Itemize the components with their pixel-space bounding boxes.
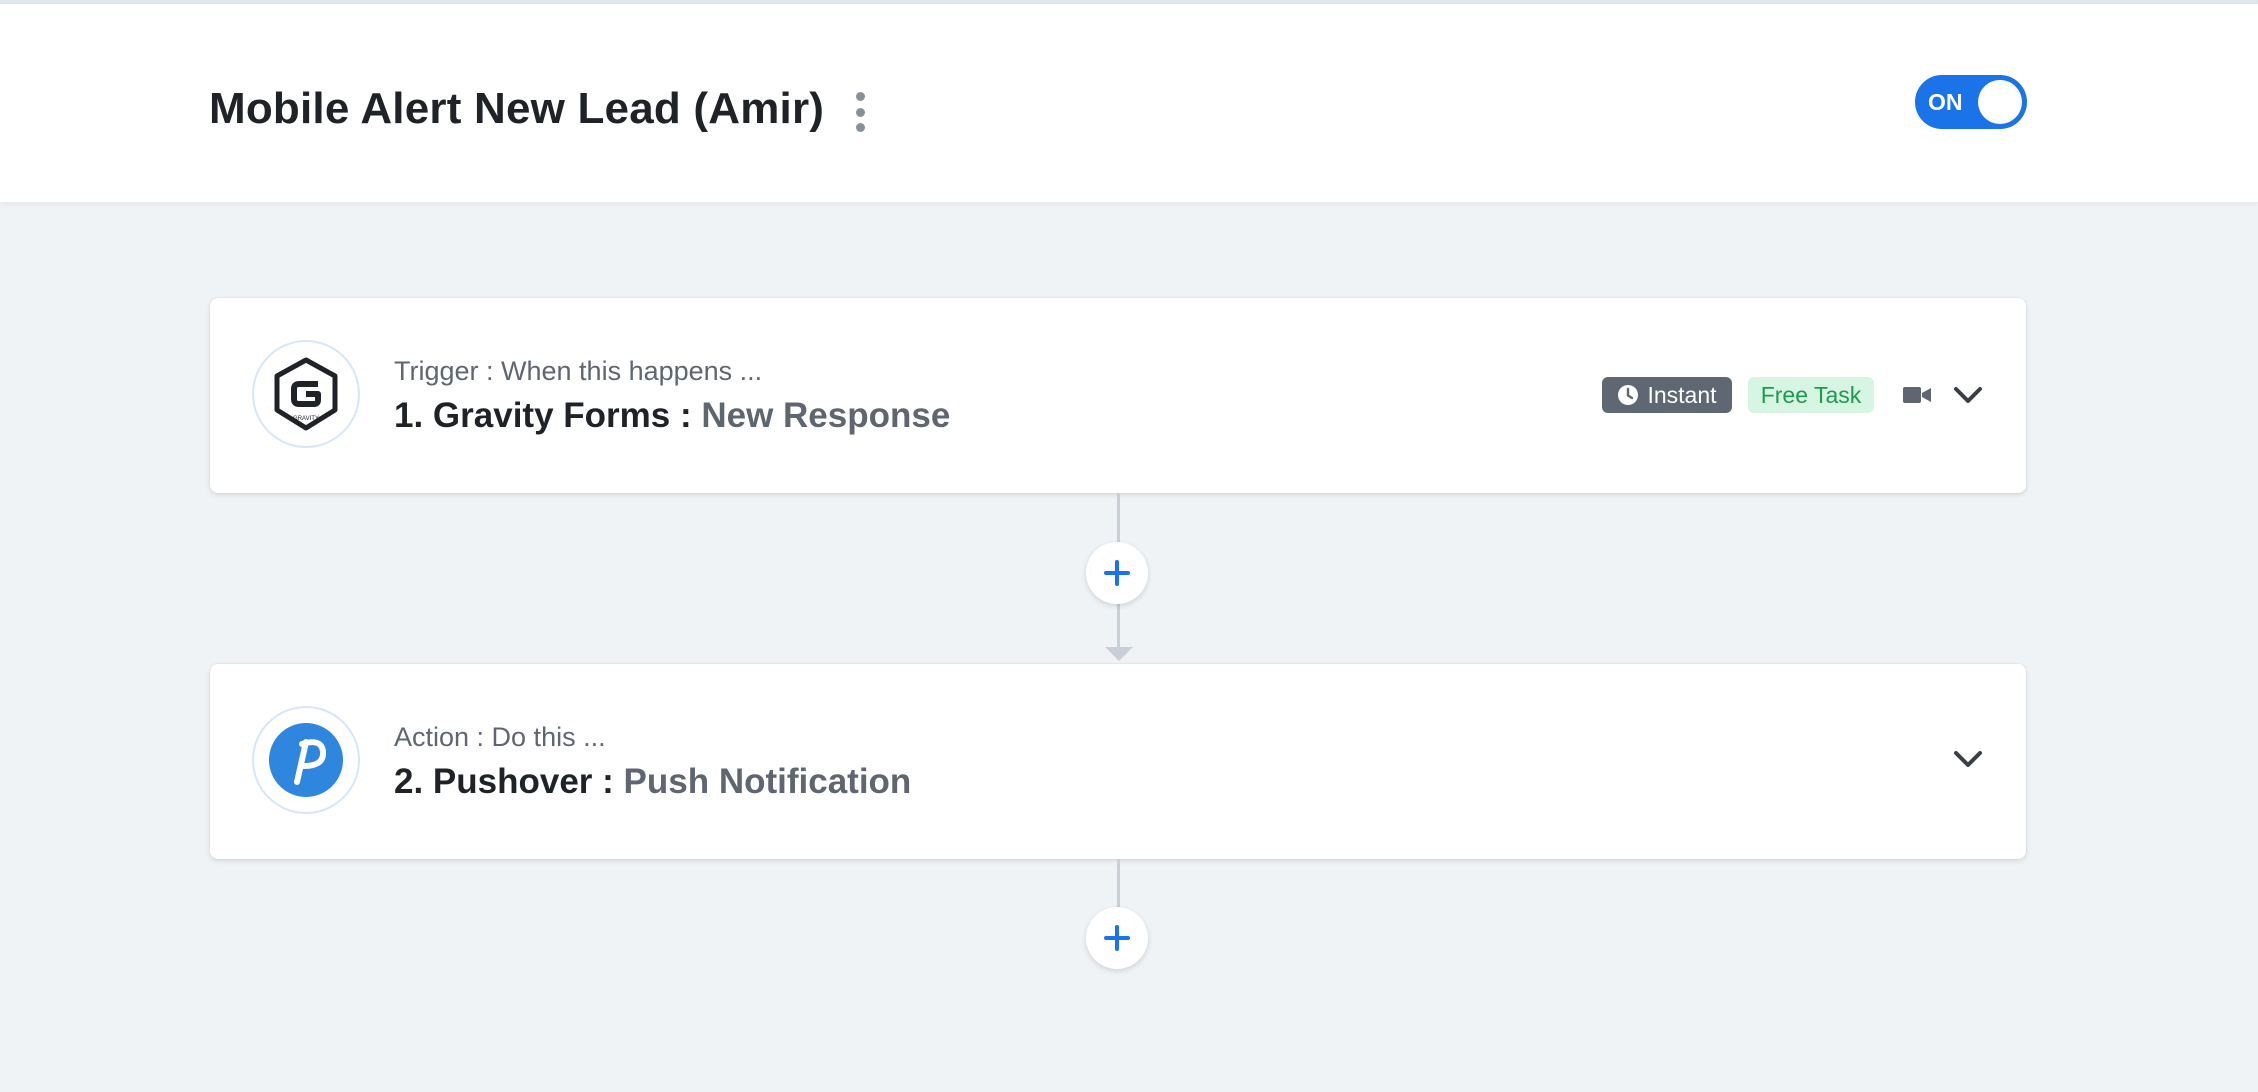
trigger-title: 1. Gravity Forms : New Response (394, 396, 950, 436)
action-event-name: Push Notification (623, 762, 912, 801)
trigger-app-name: 1. Gravity Forms : (394, 396, 692, 435)
instant-badge: Instant (1602, 377, 1732, 413)
trigger-step-card[interactable]: GRAVITY Trigger : When this happens ... … (210, 298, 2026, 493)
action-title: 2. Pushover : Push Notification (394, 762, 911, 802)
gravity-logo-text: GRAVITY (293, 416, 319, 422)
pushover-logo-icon (252, 706, 360, 814)
video-camera-icon[interactable] (1902, 383, 1932, 407)
connector-arrow-icon (1105, 647, 1133, 661)
plus-icon (1104, 925, 1130, 951)
add-step-button[interactable] (1086, 907, 1148, 969)
clock-icon (1618, 385, 1639, 405)
action-step-card[interactable]: Action : Do this ... 2. Pushover : Push … (210, 664, 2026, 859)
chevron-down-icon[interactable] (1951, 744, 1985, 774)
gravity-forms-logo-icon: GRAVITY (252, 340, 360, 448)
workflow-header: Mobile Alert New Lead (Amir) ON (0, 4, 2258, 202)
trigger-event-name: New Response (701, 396, 951, 435)
add-step-button[interactable] (1086, 542, 1148, 604)
toggle-knob (1978, 80, 2022, 124)
trigger-subtitle: Trigger : When this happens ... (394, 356, 763, 386)
toggle-label: ON (1928, 89, 1963, 115)
workflow-title[interactable]: Mobile Alert New Lead (Amir) (209, 84, 824, 134)
more-options-icon[interactable] (848, 92, 872, 132)
chevron-down-icon[interactable] (1951, 380, 1985, 410)
instant-badge-label: Instant (1647, 381, 1717, 408)
action-app-name: 2. Pushover : (394, 762, 614, 801)
step-connector-line (1117, 859, 1120, 907)
plus-icon (1104, 560, 1130, 586)
workflow-on-toggle[interactable]: ON (1915, 75, 2027, 129)
free-task-badge: Free Task (1748, 377, 1874, 413)
action-subtitle: Action : Do this ... (394, 722, 606, 752)
